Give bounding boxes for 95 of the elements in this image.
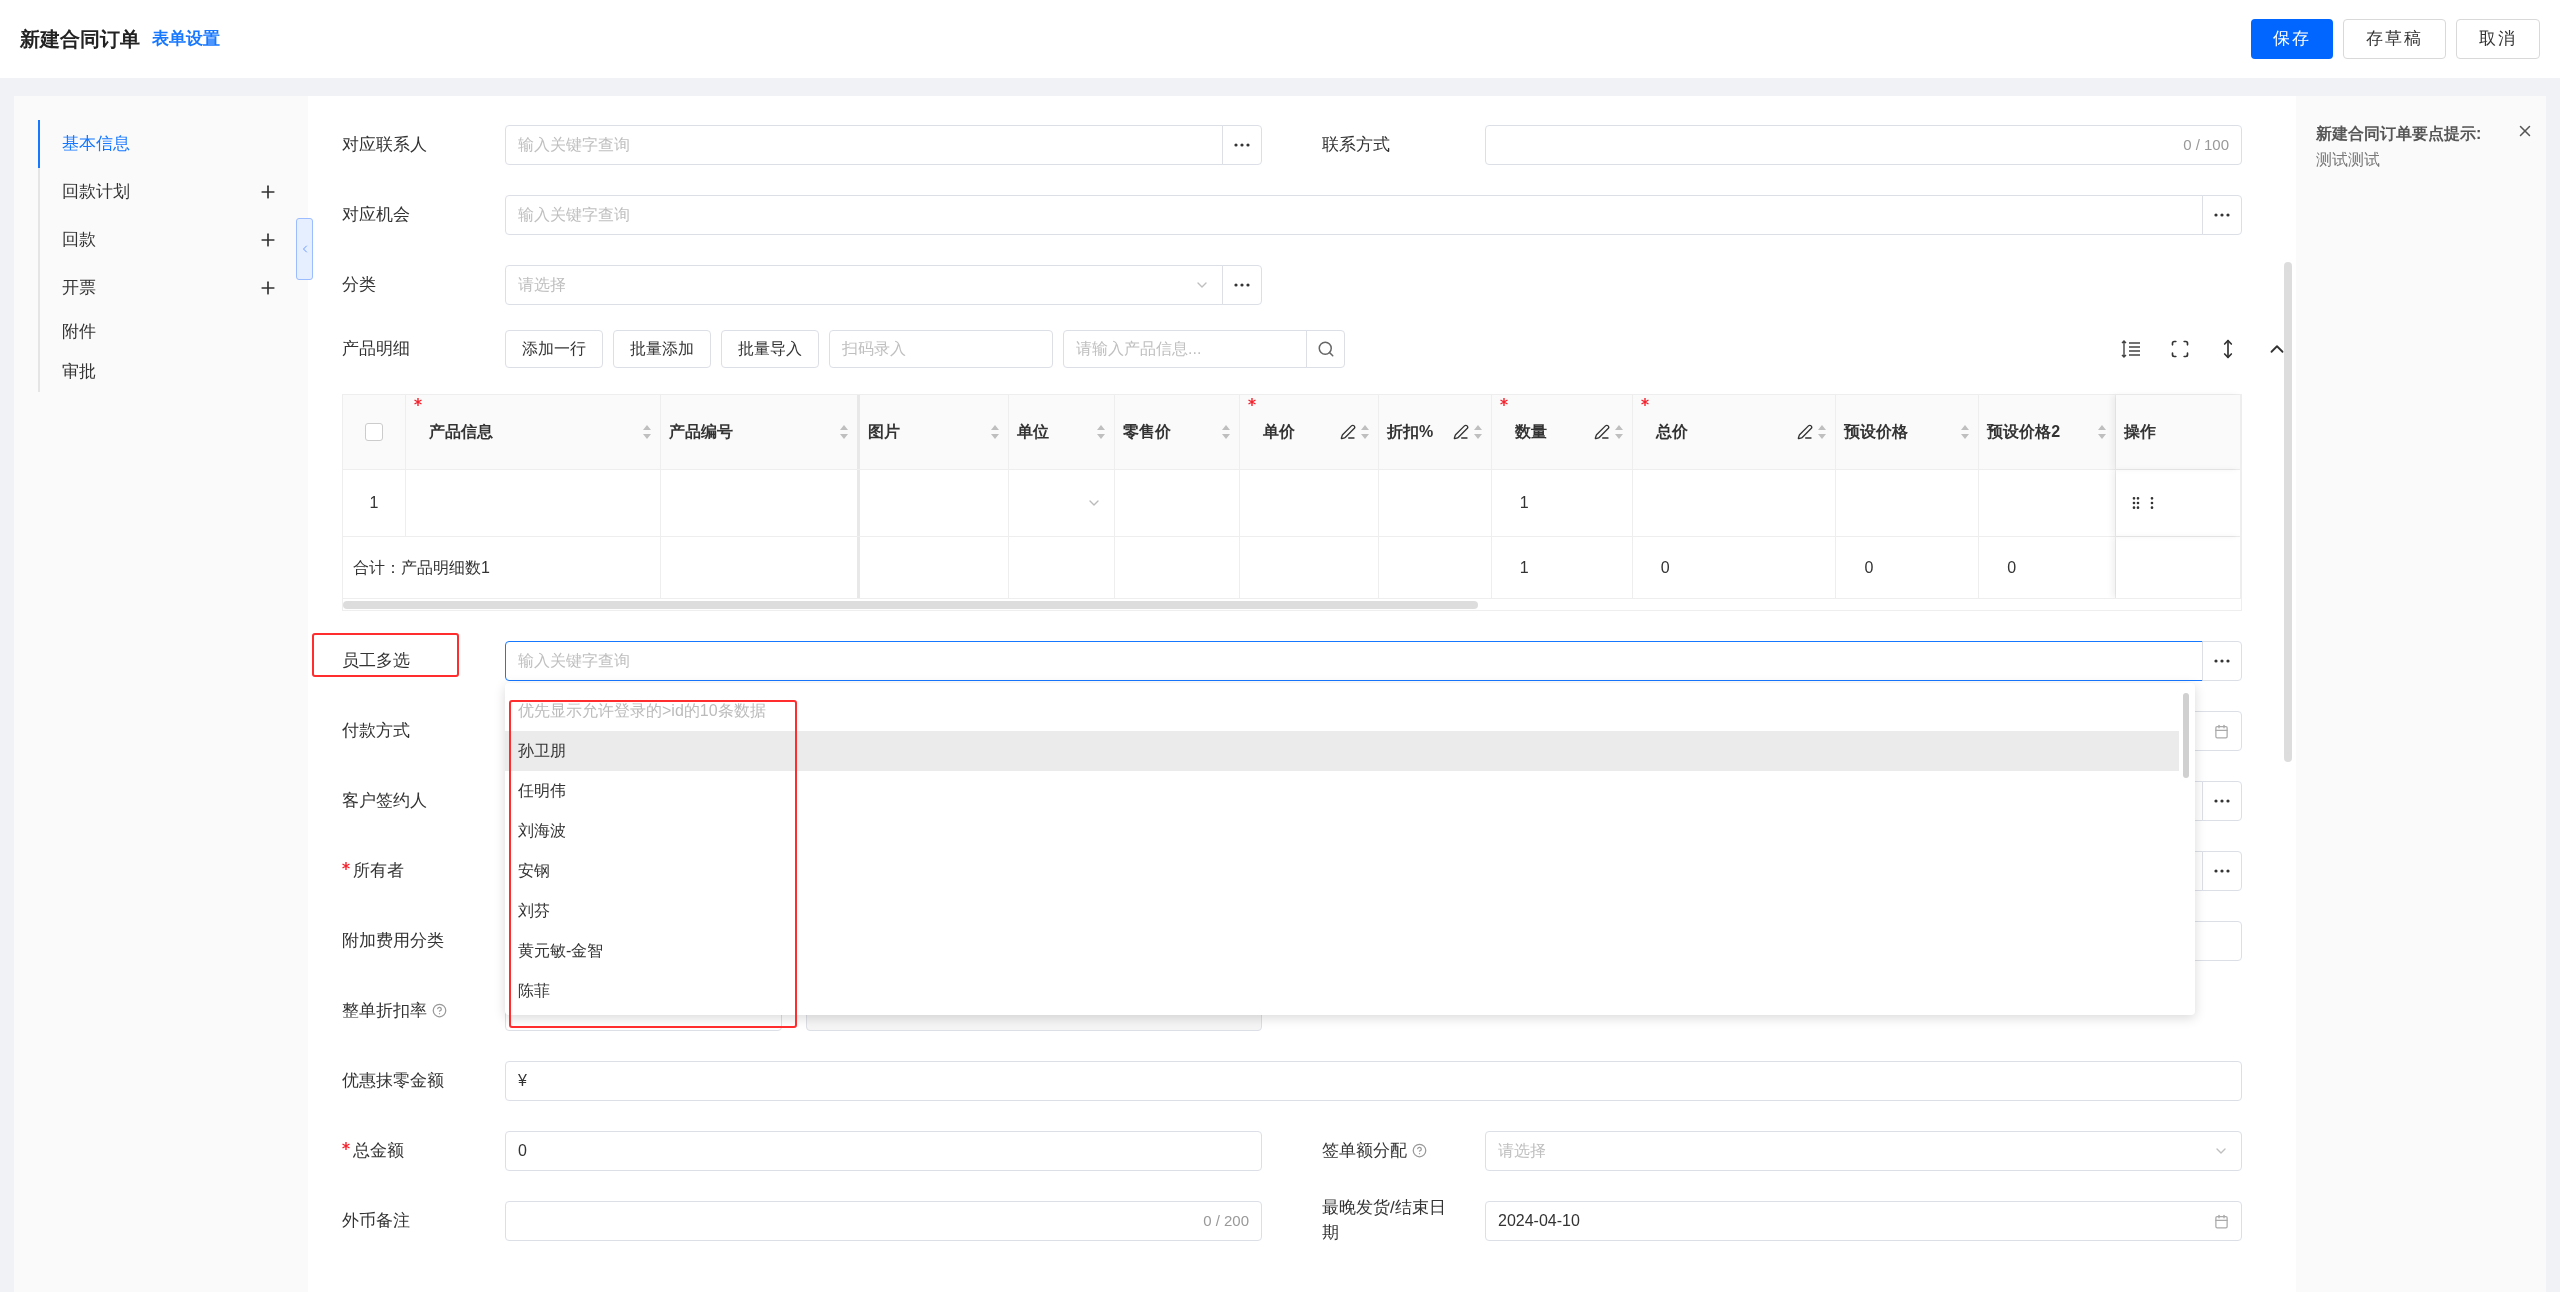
field-label: 外币备注 (342, 1209, 411, 1232)
row-number: 1 (343, 470, 406, 536)
input-field[interactable]: 0 (505, 1131, 1262, 1171)
field-label: 联系方式 (1322, 133, 1391, 156)
edit-icon[interactable] (1797, 424, 1814, 440)
field-label: 分类 (342, 273, 377, 296)
column-header[interactable]: 产品信息 (405, 395, 661, 469)
tip-title: 新建合同订单要点提示: (2316, 124, 2482, 144)
more-icon (2214, 799, 2230, 803)
fullscreen-icon[interactable] (2170, 339, 2190, 359)
more-button[interactable] (1222, 265, 1262, 305)
horizontal-scrollbar[interactable] (343, 601, 1478, 609)
column-header[interactable]: 单位 (1009, 395, 1116, 469)
column-header[interactable]: 单价 (1240, 395, 1379, 469)
field-label: 整单折扣率 (342, 998, 482, 1024)
input-field[interactable]: ¥ (505, 1061, 2242, 1101)
character-counter: 0 / 100 (2183, 134, 2229, 155)
field-label: 付款方式 (342, 719, 411, 742)
sort-icon[interactable] (839, 424, 850, 440)
sort-icon[interactable] (1096, 424, 1107, 440)
nav-item[interactable]: 回款 (38, 216, 278, 264)
field-label: 总金额 (342, 1138, 482, 1164)
nav-item[interactable]: 附件 (38, 312, 278, 352)
column-header[interactable]: 零售价 (1115, 395, 1241, 469)
required-icon (1248, 398, 1257, 406)
scrollbar[interactable] (2284, 262, 2292, 762)
sort-icon[interactable] (1960, 424, 1971, 440)
collapse-tab[interactable] (296, 218, 313, 280)
input-field[interactable]: 2024-04-10 (1485, 1201, 2242, 1241)
required-icon (1499, 398, 1508, 406)
row-height-icon[interactable] (2120, 338, 2142, 360)
nav-item[interactable]: 基本信息 (38, 120, 278, 168)
required-icon (342, 1141, 350, 1150)
more-icon (2214, 659, 2230, 663)
page-title: 新建合同订单 (20, 27, 140, 52)
help-icon[interactable] (1412, 1143, 1427, 1159)
character-counter: 0 / 200 (1203, 1210, 1249, 1231)
field-label: 附加费用分类 (342, 929, 445, 952)
more-button[interactable] (1222, 125, 1262, 165)
edit-icon[interactable] (1339, 424, 1356, 440)
more-button[interactable] (2202, 781, 2242, 821)
header-button[interactable]: 取消 (2456, 19, 2540, 59)
field-label: 员工多选 (342, 649, 411, 672)
dropdown-option[interactable]: 孙卫朋 (505, 731, 2179, 771)
sort-icon[interactable] (2097, 424, 2108, 440)
sort-icon[interactable] (1221, 424, 1232, 440)
more-button[interactable] (2202, 851, 2242, 891)
more-icon (2214, 213, 2230, 217)
sort-icon[interactable] (990, 424, 1001, 440)
field-label: 所有者 (342, 858, 482, 884)
more-icon (1234, 143, 1250, 147)
edit-icon[interactable] (1593, 424, 1610, 440)
field-label: 客户签约人 (342, 789, 428, 812)
table-cell: 1 (1491, 470, 1633, 536)
scrollbar[interactable] (2183, 693, 2189, 778)
sort-icon[interactable] (641, 424, 652, 440)
column-header[interactable]: 图片 (860, 395, 1010, 469)
more-icon (2214, 869, 2230, 873)
more-button[interactable] (2202, 195, 2242, 235)
field-label: 优惠抹零金额 (342, 1069, 445, 1092)
column-header[interactable]: 数量 (1491, 395, 1633, 469)
edit-icon[interactable] (1452, 424, 1469, 440)
calendar-icon (2214, 723, 2229, 739)
field-label: 签单额分配 (1322, 1138, 1462, 1164)
search-icon (1316, 340, 1335, 358)
field-label: 对应联系人 (342, 133, 428, 156)
column-header[interactable]: 折扣% (1378, 395, 1492, 469)
field-label: 最晚发货/结束日期 (1322, 1197, 1447, 1244)
header-button[interactable]: 保存 (2251, 19, 2333, 59)
tip-text: 测试测试 (2316, 150, 2381, 170)
column-header[interactable]: 预设价格 (1836, 395, 1980, 469)
column-header[interactable]: 预设价格2 (1979, 395, 2117, 469)
required-icon (1640, 398, 1649, 406)
nav-item[interactable]: 开票 (38, 264, 278, 312)
dropdown-hint: 优先显示允许登录的>id的10条数据 (517, 701, 767, 721)
nav-item[interactable]: 审批 (38, 352, 278, 392)
nav-item[interactable]: 回款计划 (38, 168, 278, 216)
column-header[interactable]: 操作 (2116, 395, 2241, 469)
column-header[interactable]: 产品编号 (660, 395, 861, 469)
column-header[interactable]: 总价 (1632, 395, 1837, 469)
form-settings-link[interactable]: 表单设置 (152, 26, 220, 52)
more-button[interactable] (2202, 641, 2242, 681)
more-icon (1234, 283, 1250, 287)
field-label: 对应机会 (342, 203, 411, 226)
calendar-icon (2214, 1213, 2229, 1229)
search-button[interactable] (1306, 330, 1345, 368)
header-button[interactable]: 存草稿 (2343, 19, 2446, 59)
toolbar-button[interactable]: 批量导入 (721, 330, 819, 368)
toolbar-button[interactable]: 添加一行 (505, 330, 603, 368)
required-icon (413, 398, 422, 406)
field-label: 产品明细 (342, 338, 411, 361)
required-icon (342, 861, 350, 870)
select-all-checkbox[interactable] (364, 423, 383, 441)
help-icon[interactable] (432, 1003, 447, 1019)
toolbar-button[interactable]: 批量添加 (613, 330, 711, 368)
